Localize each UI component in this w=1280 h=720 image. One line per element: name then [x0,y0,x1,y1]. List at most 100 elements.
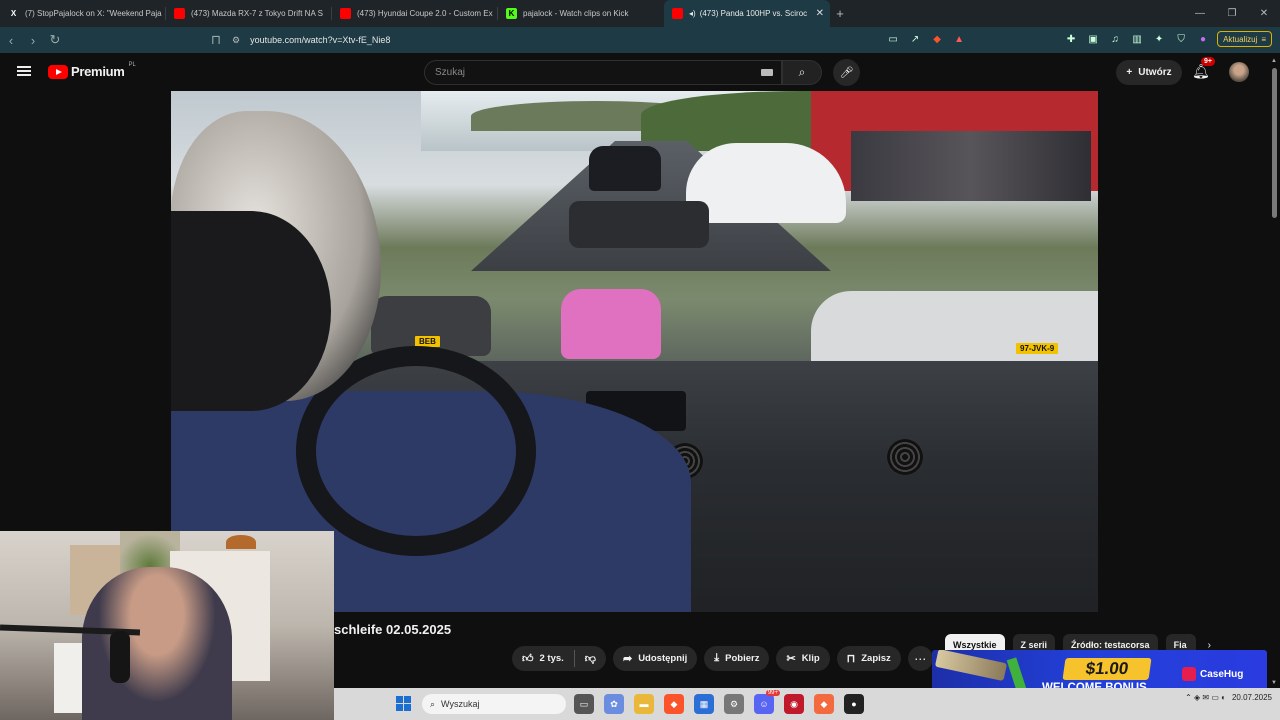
helmet-visor [171,211,331,411]
video-white-car-top [686,143,846,223]
avatar[interactable] [1229,62,1249,82]
dislike-button[interactable]: 👎︎ [575,646,606,671]
clip-button[interactable]: ✂ Klip [776,646,830,671]
create-button[interactable]: + Utwórz [1116,60,1182,85]
rear-view-mirror [569,201,709,248]
clock-date[interactable]: 20.07.2025 [1232,692,1272,703]
x-icon: X [10,9,17,18]
keyboard-icon[interactable] [761,69,773,76]
copilot-icon[interactable]: ✿ [604,694,624,714]
casehug-logo: CaseHug [1182,667,1243,681]
search-icon: ⌕ [798,65,806,79]
tray-icons[interactable]: ⌃ ◈ ✉ ▭ ◐ [1185,693,1226,702]
file-explorer-icon[interactable]: ▬ [634,694,654,714]
tab-title: (473) Hyundai Coupe 2.0 - Custom Ex [357,9,493,18]
ad-weapon-image [934,650,1008,682]
tab-youtube-hyundai[interactable]: (473) Hyundai Coupe 2.0 - Custom Ex [332,0,498,27]
ad-amount: $1.00 [1062,658,1152,680]
share-arrow-icon: ➦ [622,653,633,665]
update-button[interactable]: Aktualizuj ≡ [1217,31,1272,47]
store-icon[interactable]: ▦ [694,694,714,714]
save-button[interactable]: ⊓ Zapisz [836,646,901,671]
close-tab-icon[interactable]: ✕ [816,8,824,19]
back-icon[interactable]: ‹ [0,33,22,48]
search-input[interactable]: Szukaj [424,60,782,85]
video-title: schleife 02.05.2025 [334,622,452,637]
brave-icon[interactable]: ◆ [664,694,684,714]
wallet-icon[interactable]: ▣ [1085,31,1101,47]
new-tab-button[interactable]: + [830,6,850,21]
youtube-icon [672,8,683,19]
tab-title: (473) Panda 100HP vs. Sciroc [699,9,808,18]
windows-start-icon[interactable] [396,696,411,711]
reload-icon[interactable]: ↻ [44,32,66,48]
leo-icon[interactable]: ✦ [1151,31,1167,47]
download-button[interactable]: ⤓ Pobierz [704,646,770,671]
task-view-icon[interactable]: ▭ [574,694,594,714]
tab-youtube-panda-active[interactable]: ◂) (473) Panda 100HP vs. Sciroc ✕ [664,0,830,27]
streaming-app-icon[interactable]: ◉ [784,694,804,714]
chevron-right-icon[interactable]: › [1208,640,1211,651]
discord-icon[interactable]: ☺ 99+ [754,690,780,714]
profile-icon[interactable]: ● [1195,31,1211,47]
tab-title: (7) StopPajalock on X: "Weekend Paja [25,9,162,18]
share-icon[interactable]: ↗ [907,31,923,47]
system-tray: ⌃ ◈ ✉ ▭ ◐ 20.07.2025 [1185,692,1272,703]
brave-browser-icon[interactable]: ◆ [814,694,834,714]
cast-icon[interactable]: ▭ [885,31,901,47]
sidebar-icon[interactable]: ▥ [1129,31,1145,47]
youtube-icon [174,8,185,19]
search-button[interactable]: ⌕ [782,60,822,85]
settings-icon[interactable]: ⚙ [724,694,744,714]
like-button[interactable]: 👍︎ 2 tys. [512,646,574,671]
youtube-premium-logo[interactable]: Premium PL [48,62,136,79]
obs-icon[interactable]: ● [844,694,864,714]
extension-icon[interactable]: ✚ [1063,31,1079,47]
brave-shield-icon[interactable]: ◆ [929,31,945,47]
tab-title: (473) Mazda RX-7 z Tokyo Drift NA S [191,9,323,18]
notifications-button[interactable]: 🔔︎ 9+ [1192,57,1215,80]
license-plate: 97-JVK-9 [1016,343,1059,354]
restore-icon[interactable]: ❐ [1216,0,1248,27]
video-black-car [589,146,661,191]
page-scrollbar[interactable]: ▲ ▼ [1270,58,1280,686]
video-actions: 👍︎ 2 tys. 👎︎ ➦ Udostępnij ⤓ Pobierz ✂ Kl… [512,646,933,671]
forward-icon[interactable]: › [22,33,44,48]
menu-icon: ≡ [1261,34,1266,44]
taskbar-search[interactable]: ⌕ Wyszukaj [422,694,566,714]
rewards-icon[interactable]: ▲ [951,31,967,47]
like-dislike-group: 👍︎ 2 tys. 👎︎ [512,646,606,671]
bookmark-save-icon: ⊓ [846,653,856,665]
taskbar-apps: ▭ ✿ ▬ ◆ ▦ ⚙ ☺ 99+ ◉ ◆ ● [574,690,864,714]
webcam-lamp [226,535,256,549]
music-icon[interactable]: ♫ [1107,31,1123,47]
more-actions-button[interactable]: ⋯ [907,646,933,671]
voice-search-button[interactable]: 🎤︎ [833,59,860,86]
casehug-logo-icon [1182,667,1196,681]
scroll-down-icon[interactable]: ▼ [1271,680,1277,686]
minimize-icon[interactable]: — [1184,0,1216,27]
air-vent [887,439,923,475]
bookmark-icon[interactable]: ⊓ [205,32,227,48]
speaker-icon: ◂) [689,9,696,18]
vpn-icon[interactable]: ⛉ [1173,31,1189,47]
notification-badge: 9+ [1201,57,1215,66]
scroll-up-icon[interactable]: ▲ [1271,58,1277,64]
tab-youtube-mazda[interactable]: (473) Mazda RX-7 z Tokyo Drift NA S [166,0,332,27]
download-icon: ⤓ [714,652,720,664]
hamburger-menu-icon[interactable] [17,66,31,76]
windows-taskbar: ⌕ Wyszukaj ▭ ✿ ▬ ◆ ▦ ⚙ ☺ 99+ ◉ ◆ ● ⌃ ◈ ✉… [334,688,1280,720]
streamer-webcam [0,531,334,720]
more-icon: ⋯ [914,651,927,666]
video-pink-car [561,289,661,359]
scroll-thumb[interactable] [1272,68,1277,218]
tab-x[interactable]: X (7) StopPajalock on X: "Weekend Paja [0,0,166,27]
close-window-icon[interactable]: ✕ [1248,0,1280,27]
share-button[interactable]: ➦ Udostępnij [612,646,698,671]
microphone-icon: 🎤︎ [839,67,854,79]
site-info-icon[interactable]: ⚙ [232,35,240,46]
browser-toolbar: ▭ ↗ ◆ ▲ ✚ ▣ ♫ ▥ ✦ ⛉ ● Aktualizuj ≡ [885,31,1272,47]
streamer [82,567,232,720]
address-bar[interactable]: ⚙ youtube.com/watch?v=Xtv-fE_Nie8 [232,30,842,50]
tab-kick[interactable]: K pajalock - Watch clips on Kick [498,0,664,27]
